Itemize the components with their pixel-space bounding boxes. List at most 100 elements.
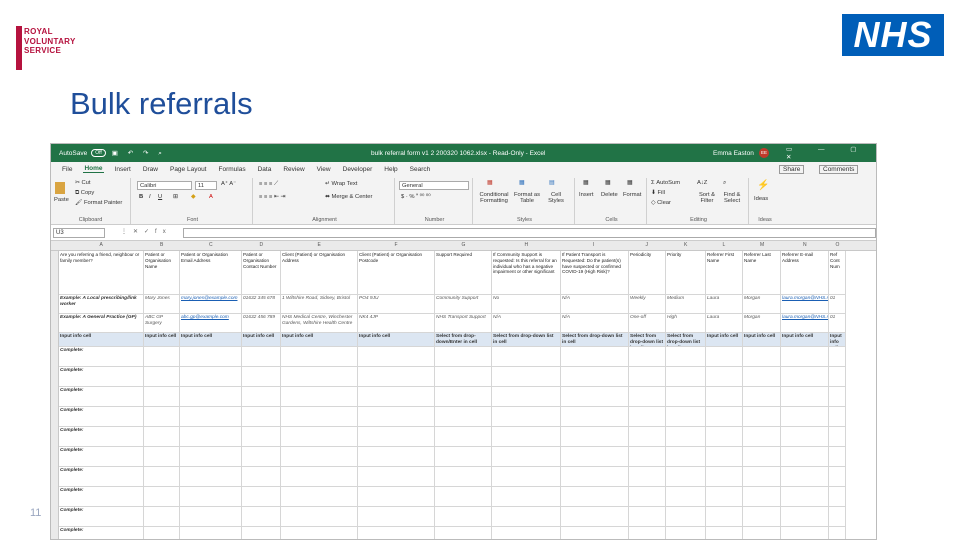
wrap-text-button[interactable]: ↵ Wrap Text xyxy=(325,181,357,187)
table-cell[interactable]: Input info cell xyxy=(358,333,435,347)
table-cell[interactable]: Priority xyxy=(666,251,706,295)
insert-cells-button[interactable]: Insert xyxy=(579,192,594,198)
table-cell[interactable] xyxy=(706,527,743,539)
menu-help[interactable]: Help xyxy=(383,166,398,173)
table-cell[interactable] xyxy=(358,447,435,467)
row-header[interactable] xyxy=(51,314,59,333)
table-cell[interactable] xyxy=(144,347,180,367)
table-cell[interactable]: One-off xyxy=(629,314,666,333)
table-cell[interactable] xyxy=(781,347,829,367)
table-cell[interactable] xyxy=(180,507,242,527)
paste-label[interactable]: Paste xyxy=(54,197,69,203)
name-box[interactable]: U3 xyxy=(53,228,105,238)
table-cell[interactable] xyxy=(781,467,829,487)
table-cell[interactable]: Support Required xyxy=(435,251,492,295)
table-cell[interactable] xyxy=(781,407,829,427)
formula-icons[interactable]: ⋮✕✓fx xyxy=(121,228,172,235)
table-cell[interactable] xyxy=(561,347,629,367)
table-cell[interactable] xyxy=(144,427,180,447)
column-header[interactable]: I xyxy=(593,242,594,248)
format-painter-button[interactable]: 🖌 Format Painter xyxy=(75,200,122,206)
font-name-select[interactable]: Calibri xyxy=(137,181,192,190)
row-header[interactable] xyxy=(51,295,59,314)
table-cell[interactable] xyxy=(144,487,180,507)
cut-button[interactable]: ✂ Cut xyxy=(75,180,91,186)
table-cell[interactable] xyxy=(561,447,629,467)
table-cell[interactable] xyxy=(358,467,435,487)
table-cell[interactable] xyxy=(435,507,492,527)
table-cell[interactable] xyxy=(629,487,666,507)
table-cell[interactable] xyxy=(492,507,561,527)
conditional-formatting-icon[interactable]: ▦ xyxy=(487,180,492,186)
fill-button[interactable]: ⬇ Fill xyxy=(651,190,665,196)
table-cell[interactable] xyxy=(242,407,281,427)
table-cell[interactable]: Client (Patient) or Organisation Address xyxy=(281,251,358,295)
table-cell[interactable] xyxy=(829,487,846,507)
table-cell[interactable]: Complete: xyxy=(59,407,144,427)
avatar[interactable]: EE xyxy=(759,148,769,158)
menu-search[interactable]: Search xyxy=(409,166,432,173)
table-cell[interactable] xyxy=(435,347,492,367)
clear-button[interactable]: ◇ Clear xyxy=(651,200,671,206)
table-cell[interactable]: Laura xyxy=(706,295,743,314)
table-cell[interactable] xyxy=(743,527,781,539)
table-cell[interactable]: NHS Transport Support xyxy=(435,314,492,333)
table-cell[interactable]: Input info cell xyxy=(281,333,358,347)
table-cell[interactable]: Select from drop-down list in cell xyxy=(629,333,666,347)
table-cell[interactable]: N/A xyxy=(492,314,561,333)
row-header[interactable] xyxy=(51,387,59,407)
menu-insert[interactable]: Insert xyxy=(114,166,132,173)
delete-cells-icon[interactable]: ▦ xyxy=(605,180,610,186)
table-cell[interactable] xyxy=(629,367,666,387)
table-cell[interactable]: Select from drop-down/Enter in cell xyxy=(435,333,492,347)
table-cell[interactable] xyxy=(492,367,561,387)
table-cell[interactable] xyxy=(492,347,561,367)
fill-color-icon[interactable]: ◆ xyxy=(191,194,195,200)
insert-cells-icon[interactable]: ▦ xyxy=(583,180,588,186)
table-cell[interactable]: Complete: xyxy=(59,487,144,507)
autosum-button[interactable]: Σ AutoSum xyxy=(651,180,680,186)
table-cell[interactable] xyxy=(358,427,435,447)
row-header[interactable] xyxy=(51,347,59,367)
table-cell[interactable]: Ref Cont Num xyxy=(829,251,846,295)
table-cell[interactable]: Complete: xyxy=(59,507,144,527)
table-cell[interactable]: Input info cell xyxy=(242,333,281,347)
sort-filter-button[interactable]: Sort & Filter xyxy=(695,192,719,204)
row-header[interactable] xyxy=(51,467,59,487)
table-cell[interactable] xyxy=(144,507,180,527)
table-cell[interactable] xyxy=(781,387,829,407)
table-cell[interactable] xyxy=(242,387,281,407)
table-cell[interactable] xyxy=(242,527,281,539)
table-cell[interactable] xyxy=(829,427,846,447)
table-cell[interactable] xyxy=(829,527,846,539)
column-header[interactable]: F xyxy=(395,242,398,248)
table-cell[interactable] xyxy=(829,447,846,467)
table-cell[interactable]: Community Support xyxy=(435,295,492,314)
row-header[interactable] xyxy=(51,527,59,539)
table-cell[interactable] xyxy=(561,467,629,487)
table-cell[interactable] xyxy=(281,427,358,447)
table-cell[interactable] xyxy=(492,407,561,427)
table-cell[interactable] xyxy=(629,387,666,407)
table-cell[interactable] xyxy=(144,367,180,387)
table-cell[interactable]: 01632 456 789 xyxy=(242,314,281,333)
table-cell[interactable] xyxy=(629,347,666,367)
table-cell[interactable]: PO4 9JU xyxy=(358,295,435,314)
table-cell[interactable] xyxy=(781,427,829,447)
menu-draw[interactable]: Draw xyxy=(142,166,159,173)
table-cell[interactable] xyxy=(435,467,492,487)
table-cell[interactable]: Example: A General Practice (GP) xyxy=(59,314,144,333)
table-cell[interactable]: Complete: xyxy=(59,427,144,447)
column-header[interactable]: K xyxy=(684,242,687,248)
table-cell[interactable] xyxy=(242,427,281,447)
menu-developer[interactable]: Developer xyxy=(342,166,374,173)
find-select-icon[interactable]: ⌕ xyxy=(723,180,726,187)
table-cell[interactable] xyxy=(435,427,492,447)
merge-center-button[interactable]: ⬌ Merge & Center xyxy=(325,194,372,200)
table-cell[interactable]: N/A xyxy=(561,295,629,314)
sort-filter-icon[interactable]: A↓Z xyxy=(697,180,707,186)
table-cell[interactable]: High xyxy=(666,314,706,333)
table-cell[interactable]: 01 xyxy=(829,295,846,314)
table-cell[interactable] xyxy=(435,367,492,387)
table-cell[interactable] xyxy=(743,367,781,387)
